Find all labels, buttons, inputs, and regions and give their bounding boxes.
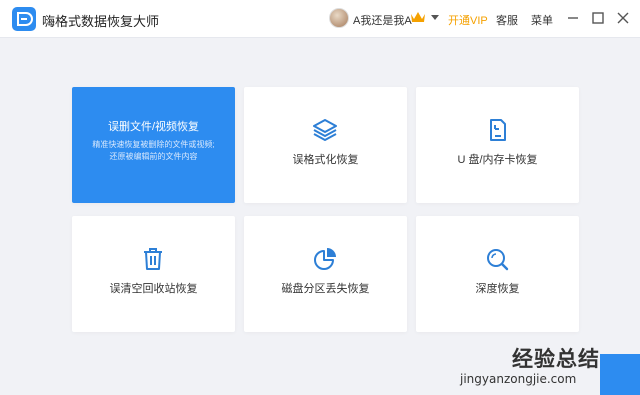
card-deep-recovery[interactable]: 深度恢复 (416, 216, 579, 332)
sd-card-icon (490, 119, 506, 141)
card-title: 误格式化恢复 (292, 154, 359, 166)
layers-icon (313, 119, 337, 141)
search-icon (487, 249, 509, 271)
app-logo-icon (12, 7, 36, 31)
card-title: 深度恢复 (475, 283, 520, 295)
card-format-recovery[interactable]: 误格式化恢复 (244, 87, 407, 203)
card-description: 精准快速恢复被删除的文件或视频; 还原被编辑前的文件内容 (80, 139, 227, 163)
maximize-button[interactable] (590, 10, 606, 26)
card-deleted-file-recovery[interactable]: 误删文件/视频恢复 精准快速恢复被删除的文件或视频; 还原被编辑前的文件内容 (72, 87, 235, 203)
card-title: 误删文件/视频恢复 (107, 121, 200, 133)
open-vip-link[interactable]: 开通VIP (448, 12, 488, 28)
customer-service-link[interactable]: 客服 (496, 12, 518, 28)
app-title: 嗨格式数据恢复大师 (42, 14, 160, 29)
pie-chart-icon (314, 248, 336, 270)
watermark-url: jingyanzongjie.com (460, 372, 577, 386)
card-usb-sd-recovery[interactable]: U 盘/内存卡恢复 (416, 87, 579, 203)
corner-accent-block (600, 354, 640, 395)
trash-icon (144, 248, 162, 270)
card-recycle-bin-recovery[interactable]: 误清空回收站恢复 (72, 216, 235, 332)
card-description-line: 精准快速恢复被删除的文件或视频; (92, 140, 215, 149)
title-bar: 嗨格式数据恢复大师 A我还是我A 开通VIP 客服 菜单 (0, 0, 640, 38)
card-title: 磁盘分区丢失恢复 (281, 283, 370, 295)
card-description-line: 还原被编辑前的文件内容 (109, 152, 198, 161)
username[interactable]: A我还是我A (353, 12, 412, 28)
card-title: 误清空回收站恢复 (109, 283, 198, 295)
avatar[interactable] (329, 8, 349, 28)
card-title: U 盘/内存卡恢复 (457, 154, 538, 166)
card-partition-recovery[interactable]: 磁盘分区丢失恢复 (244, 216, 407, 332)
close-button[interactable] (615, 10, 631, 26)
chevron-down-icon[interactable] (431, 15, 439, 21)
menu-link[interactable]: 菜单 (531, 12, 553, 28)
watermark-title: 经验总结 (512, 348, 600, 371)
crown-icon (411, 12, 425, 22)
minimize-button[interactable] (565, 10, 581, 26)
